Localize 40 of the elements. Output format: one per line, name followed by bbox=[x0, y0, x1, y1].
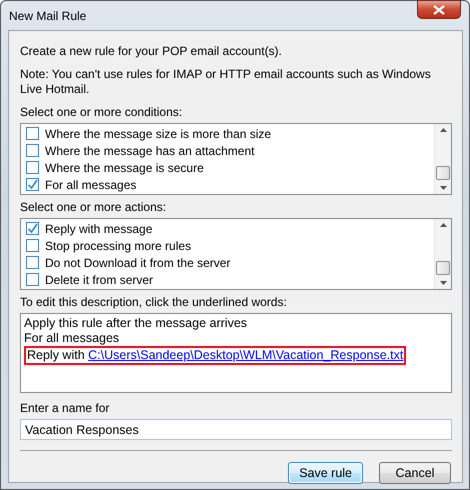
conditions-option[interactable]: Where the message is secure bbox=[45, 158, 204, 176]
description-label: To edit this description, click the underlined words: bbox=[20, 295, 288, 310]
dialog-button[interactable]: Save rule bbox=[288, 462, 363, 484]
actions-option[interactable]: Delete it from server bbox=[45, 270, 154, 288]
actions-label: Select one or more actions: bbox=[20, 200, 168, 215]
window-title: New Mail Rule bbox=[9, 8, 86, 25]
conditions-option[interactable]: For all messages bbox=[45, 176, 136, 194]
checkbox[interactable] bbox=[26, 127, 39, 140]
intro-text: Create a new rule for your POP email account(s). bbox=[20, 44, 283, 59]
scrollbar-thumb[interactable] bbox=[436, 166, 450, 180]
name-field[interactable]: Vacation Responses bbox=[20, 419, 452, 440]
checkbox[interactable] bbox=[26, 256, 39, 269]
conditions-option[interactable]: Where the message size is more than size bbox=[45, 124, 272, 142]
file-link[interactable]: C:\Users\Sandeep\Desktop\WLM\Vacation_Response.txt bbox=[88, 348, 404, 362]
actions-option[interactable]: Reply with message bbox=[45, 220, 152, 238]
actions-option[interactable]: Stop processing more rules bbox=[45, 236, 192, 254]
name-label: Enter a name for bbox=[20, 401, 110, 416]
scroll-up-icon[interactable] bbox=[440, 223, 446, 227]
scroll-down-icon[interactable] bbox=[440, 281, 446, 285]
actions-option[interactable]: Do not Download it from the server bbox=[45, 254, 230, 272]
close-icon bbox=[433, 4, 445, 14]
dialog-button[interactable]: Cancel bbox=[379, 462, 451, 484]
checkbox[interactable] bbox=[26, 222, 39, 235]
checkbox[interactable] bbox=[26, 273, 39, 286]
checkbox[interactable] bbox=[26, 161, 39, 174]
description-line: Apply this rule after the message arrives bbox=[24, 316, 248, 331]
close-button[interactable] bbox=[417, 0, 461, 19]
conditions-option[interactable]: Where the message has an attachment bbox=[45, 142, 254, 160]
description-line: Reply with bbox=[27, 348, 85, 362]
conditions-label: Select one or more conditions: bbox=[20, 105, 184, 120]
scrollbar[interactable] bbox=[434, 124, 451, 194]
note-text: Note: You can't use rules for IMAP or HTTP email accounts such as Windows Live Hotmail. bbox=[20, 67, 432, 97]
scrollbar[interactable] bbox=[434, 219, 451, 289]
scroll-up-icon[interactable] bbox=[440, 128, 446, 132]
description-line: For all messages bbox=[24, 331, 120, 346]
scrollbar-thumb[interactable] bbox=[436, 261, 450, 275]
checkbox[interactable] bbox=[26, 239, 39, 252]
scroll-down-icon[interactable] bbox=[440, 186, 446, 190]
checkbox[interactable] bbox=[26, 178, 39, 191]
checkbox[interactable] bbox=[26, 144, 39, 157]
